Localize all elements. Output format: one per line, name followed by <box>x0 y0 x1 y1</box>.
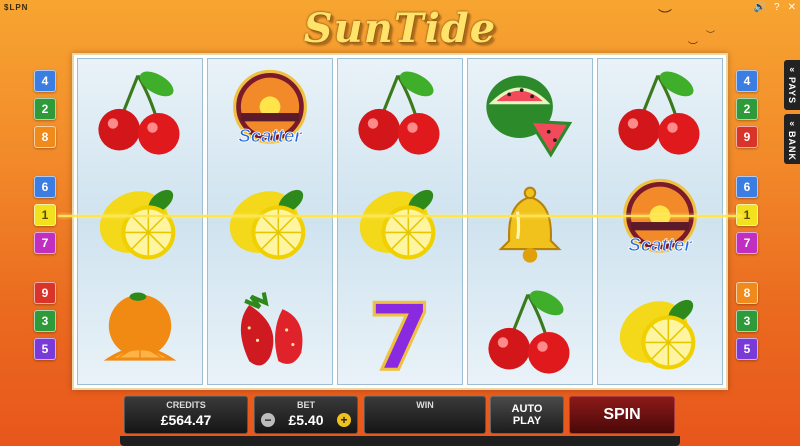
payline-badge[interactable]: 6 <box>736 176 758 198</box>
cherries-icon <box>618 71 700 155</box>
chevron-left-icon: « <box>789 64 795 74</box>
cherries-symbol <box>598 59 722 165</box>
credits-label: CREDITS <box>166 400 206 410</box>
right-payline-badges: 4 2 9 6 1 7 8 3 5 <box>736 70 758 366</box>
spin-button[interactable]: SPIN <box>569 396 675 434</box>
payline-badge[interactable]: 7 <box>736 232 758 254</box>
payline-badge[interactable]: 1 <box>34 204 56 226</box>
cherries-icon <box>488 290 570 374</box>
lemon-icon <box>619 299 696 370</box>
help-icon[interactable]: ? <box>774 2 780 13</box>
bet-decrease-button[interactable]: − <box>261 413 275 427</box>
credits-panel: CREDITS £564.47 <box>124 396 248 434</box>
lemon-symbol <box>338 168 462 274</box>
payline-badge[interactable]: 8 <box>34 126 56 148</box>
payline-badge[interactable]: 2 <box>736 98 758 120</box>
lemon-icon <box>359 190 436 260</box>
payline-badge[interactable]: 9 <box>34 282 56 304</box>
reel <box>467 58 593 385</box>
bet-label: BET <box>297 400 315 410</box>
reel-grid: Scatter 7 Scatter <box>72 53 728 390</box>
payline-badge[interactable]: 9 <box>736 126 758 148</box>
strawberry-icon <box>240 291 303 366</box>
game-logo: SunTide <box>303 4 497 52</box>
reel: Scatter <box>597 58 723 385</box>
seagull-icon: ︶ <box>688 42 698 53</box>
reel: Scatter <box>207 58 333 385</box>
cherries-symbol <box>78 59 202 165</box>
seven-symbol: 7 <box>338 278 462 384</box>
seven-icon: 7 <box>367 283 434 379</box>
autoplay-label-line1: AUTO <box>511 403 543 415</box>
scatter-symbol: Scatter <box>208 59 332 165</box>
left-payline-badges: 4 2 8 6 1 7 9 3 5 <box>34 70 56 366</box>
bell-symbol <box>468 168 592 274</box>
top-icons: 🔊 ? ✕ <box>754 2 796 13</box>
control-dock <box>120 436 680 446</box>
pays-tab[interactable]: « PAYS <box>784 60 800 110</box>
payline-badge[interactable]: 7 <box>34 232 56 254</box>
bank-tab[interactable]: « BANK <box>784 114 800 164</box>
sound-icon[interactable]: 🔊 <box>754 2 766 13</box>
chevron-left-icon: « <box>789 118 795 128</box>
autoplay-label-line2: PLAY <box>512 415 542 427</box>
payline-badge[interactable]: 4 <box>736 70 758 92</box>
bet-increase-button[interactable]: + <box>336 413 351 427</box>
watermelon-symbol <box>468 59 592 165</box>
bet-value: £5.40 <box>288 412 324 428</box>
win-panel: WIN <box>364 396 486 434</box>
cherries-symbol <box>338 59 462 165</box>
payline-badge[interactable]: 4 <box>34 70 56 92</box>
payline-badge[interactable]: 8 <box>736 282 758 304</box>
brand-logo: $LPN <box>4 2 29 12</box>
reel <box>77 58 203 385</box>
payline-1-indicator <box>58 215 742 217</box>
cherries-symbol <box>468 278 592 384</box>
orange-icon <box>103 292 177 361</box>
lemon-icon <box>229 190 306 260</box>
lemon-symbol <box>78 168 202 274</box>
cherries-icon <box>98 71 180 155</box>
strawberry-symbol <box>208 278 332 384</box>
scatter-symbol: Scatter <box>598 168 722 274</box>
pays-tab-label: PAYS <box>787 77 797 105</box>
win-label: WIN <box>416 400 434 410</box>
payline-badge[interactable]: 6 <box>34 176 56 198</box>
control-bar: CREDITS £564.47 BET − £5.40 + WIN AUTO P… <box>0 396 800 446</box>
payline-badge[interactable]: 3 <box>34 310 56 332</box>
seven-label: 7 <box>368 284 432 379</box>
payline-badge[interactable]: 5 <box>736 338 758 360</box>
reel: 7 <box>337 58 463 385</box>
lemon-symbol <box>208 168 332 274</box>
payline-badge[interactable]: 3 <box>736 310 758 332</box>
payline-badge[interactable]: 2 <box>34 98 56 120</box>
close-icon[interactable]: ✕ <box>788 2 796 13</box>
scatter-icon: Scatter <box>233 70 307 147</box>
scatter-label: Scatter <box>238 125 303 146</box>
bank-tab-label: BANK <box>787 131 797 161</box>
bell-icon <box>498 187 562 264</box>
credits-value: £564.47 <box>160 412 212 428</box>
autoplay-button[interactable]: AUTO PLAY <box>490 396 564 434</box>
lemon-icon <box>99 190 176 260</box>
scatter-icon: Scatter <box>623 179 697 256</box>
watermelon-icon <box>486 75 573 158</box>
seagull-icon: ︶ <box>658 8 672 24</box>
bet-panel: BET − £5.40 + <box>254 396 358 434</box>
scatter-label: Scatter <box>628 235 693 256</box>
lemon-symbol <box>598 278 722 384</box>
cherries-icon <box>358 71 440 155</box>
seagull-icon: ︶ <box>706 30 716 40</box>
orange-symbol <box>78 278 202 384</box>
payline-badge[interactable]: 5 <box>34 338 56 360</box>
